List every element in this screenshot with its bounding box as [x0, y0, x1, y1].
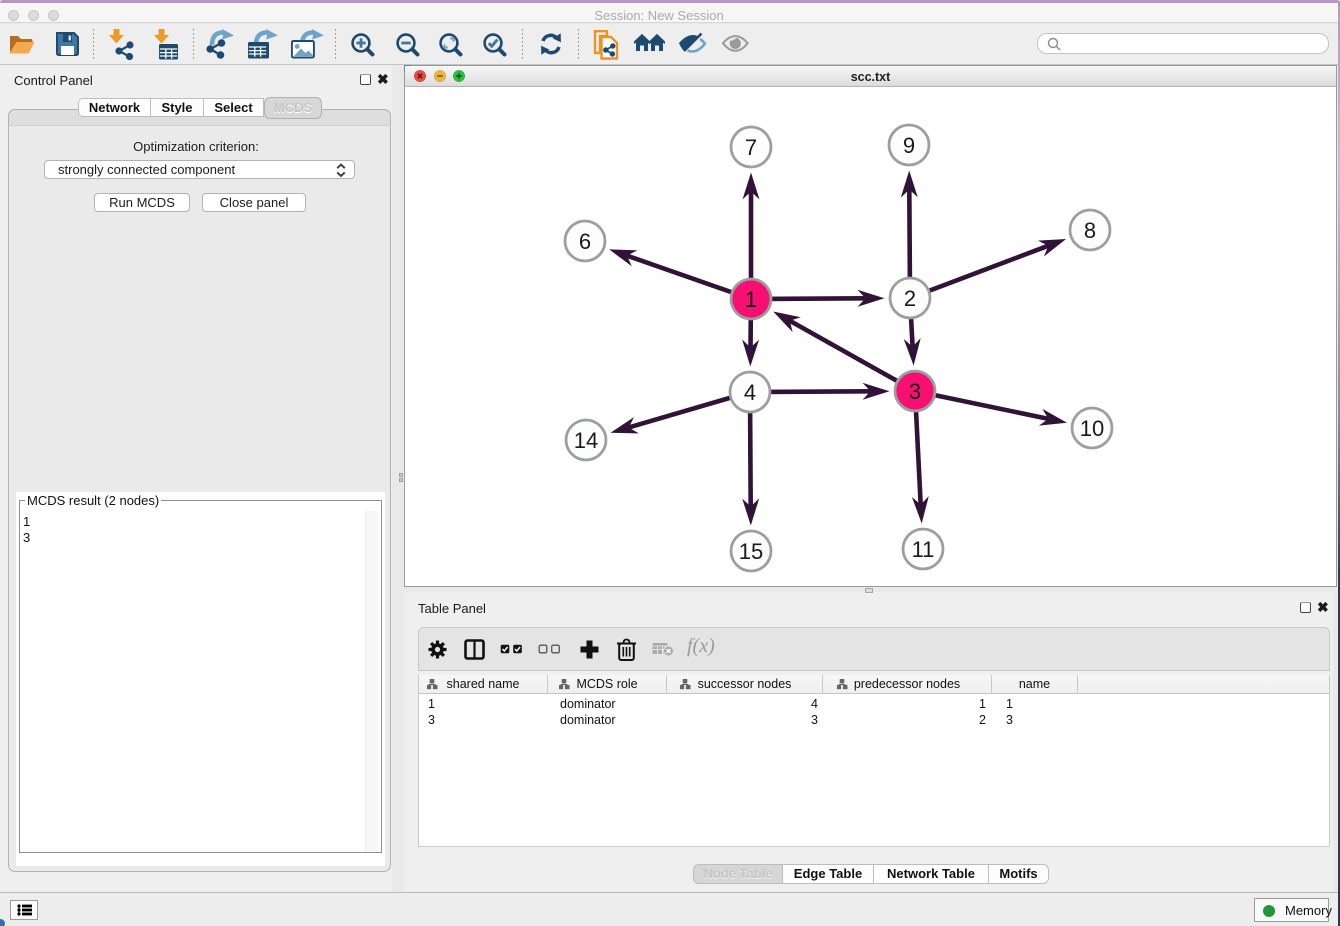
svg-text:3: 3	[909, 379, 921, 404]
svg-text:2: 2	[904, 286, 916, 311]
svg-text:14: 14	[574, 428, 598, 453]
svg-text:10: 10	[1080, 416, 1104, 441]
svg-text:1: 1	[745, 287, 757, 312]
svg-text:7: 7	[745, 135, 757, 160]
svg-text:8: 8	[1084, 218, 1096, 243]
svg-text:15: 15	[739, 539, 763, 564]
svg-text:6: 6	[579, 229, 591, 254]
svg-text:9: 9	[903, 133, 915, 158]
svg-text:11: 11	[912, 537, 935, 562]
svg-text:4: 4	[744, 380, 756, 405]
